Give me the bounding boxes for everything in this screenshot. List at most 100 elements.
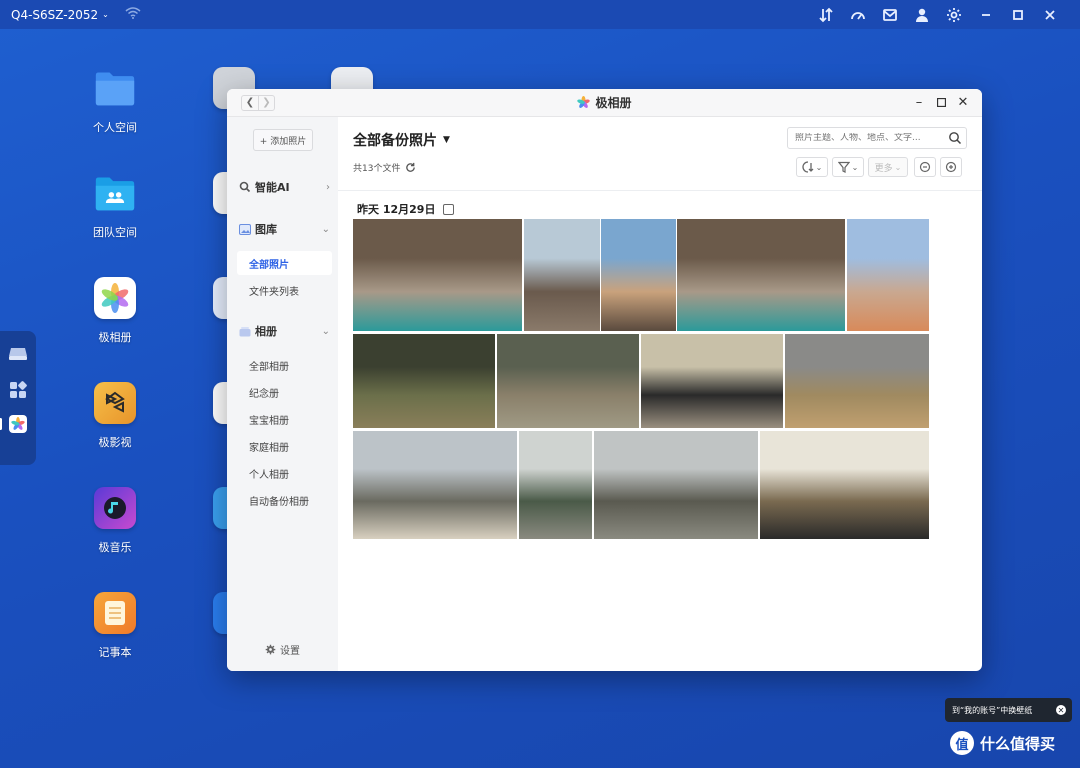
photo-thumbnail[interactable] — [785, 334, 929, 428]
sidebar-item-label: 自动备份相册 — [249, 496, 309, 508]
wallpaper-tip: 到“我的账号”中换壁纸 ✕ — [945, 698, 1072, 722]
toolbar: ⌄ ⌄ 更多 ⌄ — [796, 157, 962, 177]
view-selector[interactable]: 全部备份照片 ▼ — [353, 130, 450, 150]
desktop-icon-video[interactable]: 极影视 — [75, 382, 155, 450]
sidebar-section-gallery[interactable]: 图库 ⌄ — [239, 221, 334, 237]
sidebar-item-baby-album[interactable]: 宝宝相册 — [237, 407, 332, 431]
sidebar-item-all-photos[interactable]: 全部照片 — [237, 251, 332, 275]
sidebar-item-label: 文件夹列表 — [249, 286, 299, 298]
photo-thumbnail[interactable] — [601, 219, 676, 331]
zoom-in-button[interactable] — [940, 157, 962, 177]
forward-button[interactable]: ❯ — [258, 95, 274, 110]
sidebar-item-personal-album[interactable]: 个人相册 — [237, 461, 332, 485]
add-photo-button[interactable]: + 添加照片 — [253, 129, 313, 151]
gallery-icon — [239, 223, 251, 235]
sort-icon[interactable] — [810, 0, 842, 29]
sidebar-item-label: 个人相册 — [249, 469, 289, 481]
page-title: 全部备份照片 — [353, 133, 437, 149]
settings-button[interactable]: 设置 — [265, 642, 300, 657]
watermark-text: 什么值得买 — [980, 734, 1056, 753]
date-group-header: 昨天 12月29日 — [357, 201, 455, 217]
watermark-logo: 值 — [950, 731, 974, 755]
caret-down-icon: ▼ — [443, 135, 450, 145]
back-button[interactable]: ❮ — [242, 96, 258, 110]
team-folder-icon — [94, 172, 136, 214]
photo-thumbnail[interactable] — [497, 334, 639, 428]
notepad-icon — [94, 592, 136, 634]
music-icon — [94, 487, 136, 529]
message-icon[interactable] — [874, 0, 906, 29]
user-icon[interactable] — [906, 0, 938, 29]
desktop-icon-label: 团队空间 — [93, 226, 137, 239]
date-group-label: 昨天 12月29日 — [357, 203, 436, 216]
search-icon[interactable] — [948, 131, 962, 145]
select-group-checkbox[interactable] — [443, 203, 455, 215]
sidebar-item-family-album[interactable]: 家庭相册 — [237, 434, 332, 458]
desktop-icon-label: 记事本 — [98, 646, 132, 659]
photo-thumbnail[interactable] — [594, 431, 758, 539]
chevron-down-icon: ⌄ — [894, 162, 902, 172]
sidebar-item-label: 家庭相册 — [249, 442, 289, 454]
file-count: 共13个文件 — [353, 161, 416, 174]
gauge-icon[interactable] — [842, 0, 874, 29]
top-bar: Q4-S6SZ-2052 ⌄ — [0, 0, 1080, 29]
photos-window: ❮ ❯ 极相册 – ✕ + 添加照片 智能AI › 图库 ⌄ 全部照片 文件夹列… — [227, 89, 982, 671]
sidebar-item-auto-backup-album[interactable]: 自动备份相册 — [237, 488, 332, 512]
window-titlebar: ❮ ❯ 极相册 – ✕ — [227, 89, 982, 117]
zoom-out-button[interactable] — [914, 157, 936, 177]
photo-thumbnail[interactable] — [524, 219, 600, 331]
desktop-icon-music[interactable]: 极音乐 — [75, 487, 155, 555]
close-icon[interactable] — [1034, 0, 1066, 29]
sidebar-section-label: 智能AI — [255, 181, 290, 194]
close-tip-button[interactable]: ✕ — [1056, 705, 1066, 715]
sidebar-item-memorial-album[interactable]: 纪念册 — [237, 380, 332, 404]
photo-thumbnail[interactable] — [353, 334, 495, 428]
device-selector[interactable]: Q4-S6SZ-2052 ⌄ — [11, 8, 109, 22]
photo-thumbnail[interactable] — [760, 431, 929, 539]
watermark: 值 什么值得买 — [950, 731, 1055, 755]
filter-dropdown[interactable]: ⌄ — [832, 157, 864, 177]
photos-running-icon[interactable] — [0, 415, 27, 433]
window-maximize-button[interactable] — [930, 92, 952, 114]
chevron-down-icon: ⌄ — [321, 223, 330, 235]
window-close-button[interactable]: ✕ — [952, 92, 974, 114]
gear-icon[interactable] — [938, 0, 970, 29]
chevron-right-icon: › — [326, 181, 330, 193]
search-input[interactable] — [795, 133, 945, 143]
drive-icon[interactable] — [7, 343, 29, 365]
sort-time-icon — [802, 161, 814, 173]
desktop-icon-notepad[interactable]: 记事本 — [75, 592, 155, 660]
apps-grid-icon[interactable] — [7, 379, 29, 401]
desktop-icon-photos[interactable]: 极相册 — [75, 277, 155, 345]
refresh-icon[interactable] — [405, 162, 416, 173]
minimize-icon[interactable] — [970, 0, 1002, 29]
window-title-text: 极相册 — [595, 96, 632, 110]
photo-thumbnail[interactable] — [353, 219, 522, 331]
window-minimize-button[interactable]: – — [908, 92, 930, 114]
sidebar-section-label: 相册 — [255, 325, 277, 338]
photo-thumbnail[interactable] — [641, 334, 783, 428]
photos-logo-icon — [577, 96, 591, 108]
photo-thumbnail[interactable] — [519, 431, 592, 539]
sidebar-section-smart-ai[interactable]: 智能AI › — [239, 179, 334, 195]
desktop-icon-label: 个人空间 — [93, 121, 137, 134]
wifi-icon — [125, 7, 141, 22]
desktop-icon-personal[interactable]: 个人空间 — [75, 67, 155, 135]
sidebar-section-label: 图库 — [255, 223, 277, 236]
window-title: 极相册 — [227, 94, 982, 111]
photo-thumbnail[interactable] — [847, 219, 929, 331]
sidebar-item-label: 宝宝相册 — [249, 415, 289, 427]
sidebar-item-all-albums[interactable]: 全部相册 — [237, 353, 332, 377]
more-dropdown[interactable]: 更多 ⌄ — [868, 157, 908, 177]
sidebar-item-folder-list[interactable]: 文件夹列表 — [237, 278, 332, 302]
maximize-icon[interactable] — [1002, 0, 1034, 29]
sort-dropdown[interactable]: ⌄ — [796, 157, 828, 177]
desktop-icon-label: 极影视 — [98, 436, 132, 449]
photos-icon — [94, 277, 136, 319]
sidebar-section-albums[interactable]: 相册 ⌄ — [239, 323, 334, 339]
photo-thumbnail[interactable] — [677, 219, 845, 331]
desktop-icon-team[interactable]: 团队空间 — [75, 172, 155, 240]
photo-thumbnail[interactable] — [353, 431, 517, 539]
more-label: 更多 — [874, 163, 893, 174]
sidebar-item-label: 全部相册 — [249, 361, 289, 373]
